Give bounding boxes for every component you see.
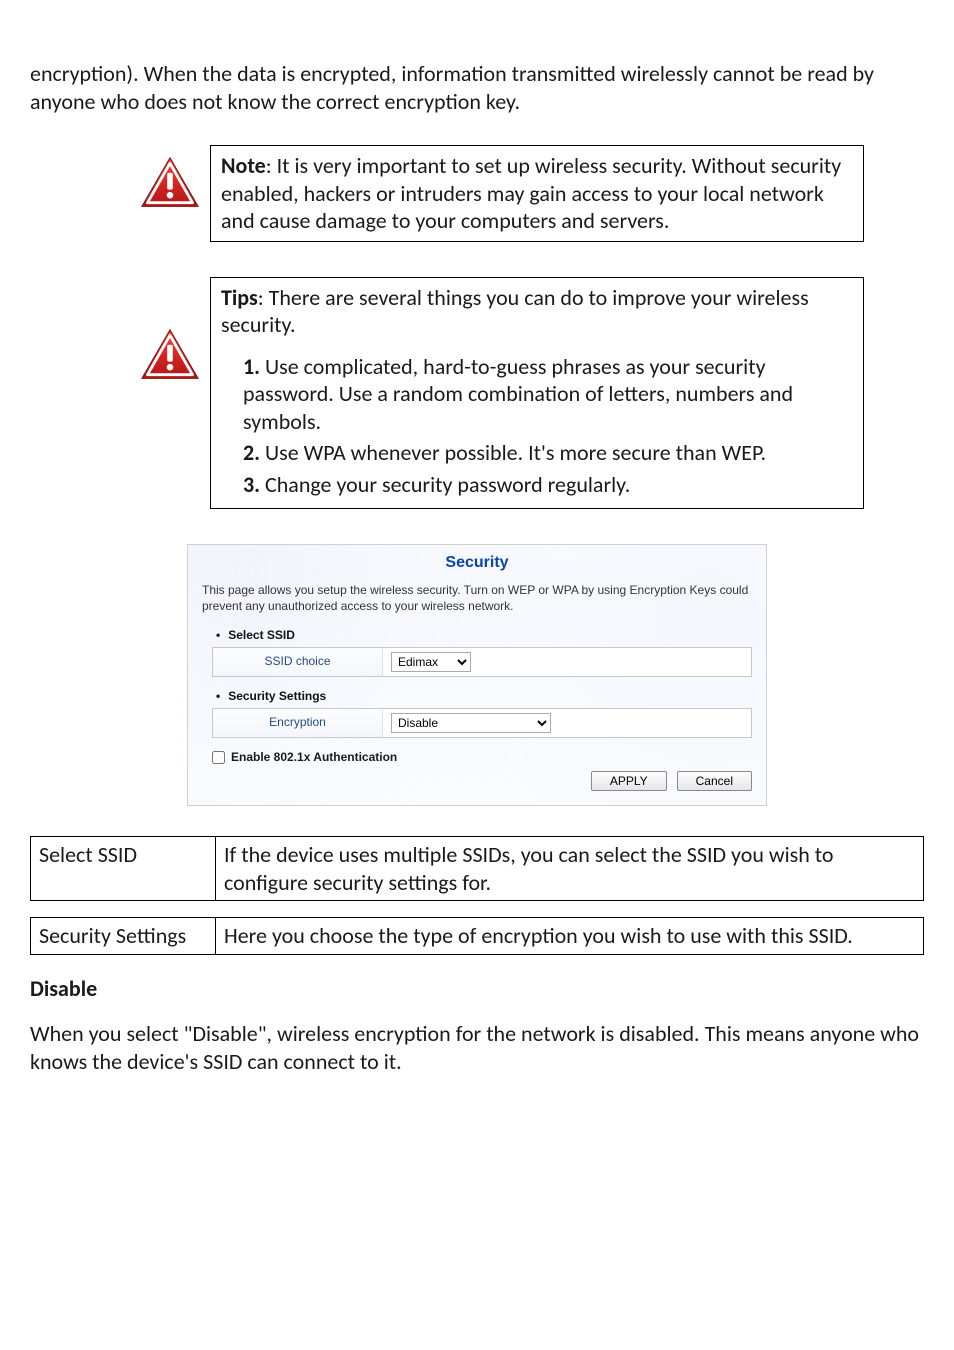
tips-lead: : There are several things you can do to… bbox=[221, 284, 809, 339]
encryption-select[interactable]: Disable bbox=[391, 713, 551, 733]
enable-8021x-label: Enable 802.1x Authentication bbox=[231, 750, 397, 765]
security-settings-header: Security Settings bbox=[216, 689, 752, 704]
security-settings-value: Here you choose the type of encryption y… bbox=[216, 918, 924, 955]
table-row: Security Settings Here you choose the ty… bbox=[31, 918, 924, 955]
tips-label: Tips bbox=[221, 284, 258, 311]
security-settings-key: Security Settings bbox=[31, 918, 216, 955]
tips-item-text: Change your security password regularly. bbox=[265, 471, 630, 498]
tips-callout: Tips: There are several things you can d… bbox=[130, 277, 864, 510]
tips-item: 1. Use complicated, hard-to-guess phrase… bbox=[243, 353, 853, 436]
enable-8021x-checkbox[interactable] bbox=[212, 751, 225, 764]
tips-item: 2. Use WPA whenever possible. It's more … bbox=[243, 439, 853, 467]
disable-heading: Disable bbox=[30, 975, 924, 1003]
tips-item: 3. Change your security password regular… bbox=[243, 471, 853, 499]
note-label: Note bbox=[221, 152, 266, 179]
select-ssid-header: Select SSID bbox=[216, 628, 752, 643]
tips-list: 1. Use complicated, hard-to-guess phrase… bbox=[243, 353, 853, 499]
cancel-button[interactable]: Cancel bbox=[677, 771, 752, 791]
auth-row: Enable 802.1x Authentication bbox=[212, 750, 752, 765]
encryption-label: Encryption bbox=[213, 709, 383, 737]
tips-box: Tips: There are several things you can d… bbox=[210, 277, 864, 510]
panel-title: Security bbox=[202, 553, 752, 573]
ssid-choice-row: SSID choice Edimax bbox=[212, 647, 752, 677]
note-callout: Note: It is very important to set up wir… bbox=[130, 145, 864, 242]
warning-icon bbox=[140, 327, 200, 383]
select-ssid-table: Select SSID If the device uses multiple … bbox=[30, 836, 924, 901]
intro-paragraph: encryption). When the data is encrypted,… bbox=[30, 60, 924, 115]
note-box: Note: It is very important to set up wir… bbox=[210, 145, 864, 242]
apply-button[interactable]: APPLY bbox=[591, 771, 667, 791]
ssid-choice-select[interactable]: Edimax bbox=[391, 652, 471, 672]
panel-description: This page allows you setup the wireless … bbox=[202, 583, 752, 614]
table-row: Select SSID If the device uses multiple … bbox=[31, 837, 924, 901]
select-ssid-key: Select SSID bbox=[31, 837, 216, 901]
tips-item-text: Use complicated, hard-to-guess phrases a… bbox=[243, 353, 793, 435]
tips-item-text: Use WPA whenever possible. It's more sec… bbox=[265, 439, 766, 466]
warning-icon bbox=[140, 155, 200, 211]
encryption-row: Encryption Disable bbox=[212, 708, 752, 738]
note-text: : It is very important to set up wireles… bbox=[221, 152, 841, 234]
ssid-choice-label: SSID choice bbox=[213, 648, 383, 676]
security-panel: Security This page allows you setup the … bbox=[187, 544, 767, 806]
select-ssid-value: If the device uses multiple SSIDs, you c… bbox=[216, 837, 924, 901]
security-settings-table: Security Settings Here you choose the ty… bbox=[30, 917, 924, 955]
disable-paragraph: When you select "Disable", wireless encr… bbox=[30, 1020, 924, 1075]
